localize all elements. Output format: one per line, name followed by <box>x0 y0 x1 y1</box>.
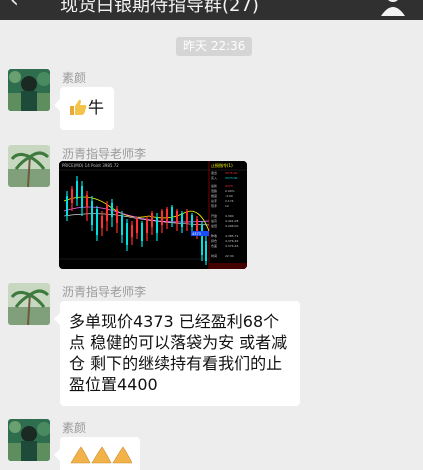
svg-text:4373: 4373 <box>192 232 201 236</box>
message-bubble[interactable]: 牛 <box>54 87 114 130</box>
sender-name: 素颜 <box>62 421 87 435</box>
message-bubble[interactable]: 多单现价4373 已经盈利68个点 稳健的可以落袋为安 或者减仓 剩下的继续持有… <box>54 301 300 406</box>
svg-text:卖出: 卖出 <box>211 170 217 175</box>
sender-name: 素颜 <box>62 71 87 85</box>
svg-text:4,376.46: 4,376.46 <box>225 239 238 243</box>
svg-text:4375.00: 4375.00 <box>225 171 237 175</box>
person-icon[interactable] <box>380 0 410 16</box>
svg-text:涨跌: 涨跌 <box>211 188 217 193</box>
svg-text:最新: 最新 <box>211 183 217 188</box>
message-text: 多单现价4373 已经盈利68个点 稳健的可以落袋为安 或者减仓 剩下的继续持有… <box>69 312 288 394</box>
message-bubble[interactable] <box>54 437 140 470</box>
svg-text:2,174: 2,174 <box>225 199 234 203</box>
svg-text:12: 12 <box>225 204 229 208</box>
svg-text:4,296.00: 4,296.00 <box>225 224 238 228</box>
chat-title: 现货白银期待指导群(27) <box>60 0 259 16</box>
message-text: 牛 <box>88 98 105 117</box>
title-bar: ‹ 现货白银期待指导群(27) <box>0 0 423 20</box>
svg-text:最高: 最高 <box>211 218 217 223</box>
svg-text:买入: 买入 <box>211 175 217 180</box>
svg-text:-3.00: -3.00 <box>225 194 233 198</box>
svg-text:现手: 现手 <box>211 203 217 208</box>
svg-text:持仓: 持仓 <box>211 238 217 243</box>
chart-header-text: PRICE(MO) 14 Point 3985.72 <box>62 163 119 168</box>
sender-name: 沥青指导老师李 <box>62 285 147 299</box>
side-panel-header: 止损指令(1) <box>211 162 233 168</box>
praying-hands-icon <box>70 445 133 469</box>
avatar[interactable] <box>8 419 50 461</box>
avatar[interactable] <box>8 283 50 325</box>
svg-text:时间: 时间 <box>211 253 217 258</box>
message-1: 素颜 牛 <box>0 66 423 136</box>
avatar[interactable] <box>8 145 50 187</box>
svg-text:22:34: 22:34 <box>225 254 234 258</box>
message-3: 沥青指导老师李 多单现价4373 已经盈利68个点 稳健的可以落袋为安 或者减仓… <box>0 282 423 412</box>
svg-text:昨收: 昨收 <box>211 233 217 238</box>
back-chevron-icon[interactable]: ‹ <box>10 0 19 13</box>
svg-text:4373: 4373 <box>225 184 233 188</box>
svg-text:0.00%: 0.00% <box>225 189 235 193</box>
svg-text:幅度: 幅度 <box>211 193 217 198</box>
message-4: 素颜 <box>0 418 423 470</box>
svg-text:仓差: 仓差 <box>211 243 217 248</box>
svg-text:开盘: 开盘 <box>211 213 217 218</box>
svg-text:4,385.72: 4,385.72 <box>225 234 238 238</box>
svg-text:4373.00: 4373.00 <box>225 176 237 180</box>
sender-name: 沥青指导老师李 <box>62 147 147 161</box>
svg-text:4,300: 4,300 <box>225 214 234 218</box>
svg-text:4,401.08: 4,401.08 <box>225 219 238 223</box>
svg-text:总手: 总手 <box>211 198 217 203</box>
chart-image-message[interactable]: PRICE(MO) 14 Point 3985.72 4373 止损指令(1) … <box>59 161 247 269</box>
svg-text:4,376.46: 4,376.46 <box>225 244 238 248</box>
timestamp-badge: 昨天 22:36 <box>176 37 253 56</box>
avatar[interactable] <box>8 69 50 111</box>
svg-text:最低: 最低 <box>211 223 217 228</box>
thumbs-up-icon <box>68 97 88 117</box>
